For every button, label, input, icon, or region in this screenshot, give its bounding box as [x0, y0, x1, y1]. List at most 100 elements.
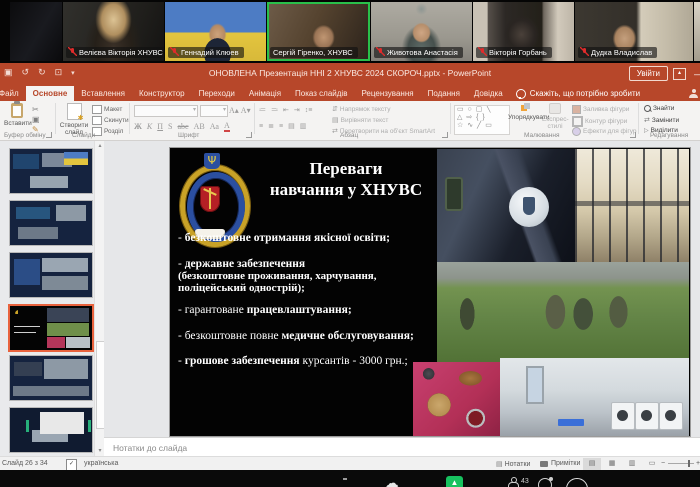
participant-tile-partial[interactable]	[694, 2, 700, 61]
participant-tile[interactable]: Животова Анастасія	[371, 2, 472, 61]
font-group-label: Шрифт	[178, 132, 199, 139]
minimize-button[interactable]: —	[694, 69, 700, 79]
cloud-icon[interactable]	[384, 474, 399, 487]
tab-review[interactable]: Рецензування	[354, 86, 420, 101]
tab-insert[interactable]: Вставлення	[74, 86, 132, 101]
reading-view-button[interactable]: ▥	[623, 458, 641, 470]
numbering-icon[interactable]: ≕	[271, 106, 278, 114]
comments-toggle[interactable]: Примітки	[540, 460, 580, 467]
decrease-indent-icon[interactable]: ⇤	[283, 106, 289, 114]
tell-me-box[interactable]: Скажіть, що потрібно зробити	[510, 86, 646, 101]
language-indicator[interactable]: українська	[84, 460, 118, 467]
slide-thumbnail[interactable]	[10, 356, 92, 400]
slide[interactable]: Переваги навчання у ХНУВС - безкоштовне …	[170, 148, 690, 436]
slide-sorter-view-button[interactable]: ▦	[603, 458, 621, 470]
font-name-combo[interactable]	[134, 105, 198, 117]
participant-tile[interactable]: Велієва Вікторія ХНУВС	[63, 2, 164, 61]
shape-effects-button[interactable]: Ефекти для фігур	[572, 127, 637, 136]
font-color-button[interactable]: А	[224, 121, 230, 132]
zoom-out-button[interactable]: −	[661, 460, 665, 467]
align-text-button[interactable]: ▤Вирівняти текст	[332, 116, 388, 124]
quick-styles-button[interactable]: Експрес- стилі	[542, 103, 568, 130]
slide-thumbnail-selected[interactable]	[10, 306, 92, 350]
participant-tile-active-speaker[interactable]: Сергій Гіренко, ХНУВС	[267, 2, 370, 61]
columns-icon[interactable]: ▥	[300, 122, 307, 130]
slide-thumbnail[interactable]	[10, 408, 92, 452]
reset-button[interactable]: Скинути	[92, 116, 129, 125]
cut-button[interactable]	[32, 105, 39, 114]
shape-fill-button[interactable]: Заливка фігури	[572, 105, 629, 114]
bullets-icon[interactable]: ≔	[259, 106, 266, 114]
justify-icon[interactable]: ▤	[288, 122, 295, 130]
increase-indent-icon[interactable]: ⇥	[294, 106, 300, 114]
photo-food-tray	[413, 362, 500, 436]
photo-washroom	[500, 358, 689, 436]
participant-tile[interactable]: Дудка Владислав	[575, 2, 693, 61]
zoom-in-button[interactable]: +	[696, 460, 700, 467]
toolbar-partial-icon[interactable]	[343, 478, 347, 480]
shapes-gallery[interactable]: ▭ ○ ▢ ╲△ ⇨ { }☆ ∿ ╱ ▭	[454, 105, 510, 135]
tab-view[interactable]: Подання	[421, 86, 467, 101]
arrange-button[interactable]: Упорядкувати	[508, 103, 542, 121]
slide-thumbnail[interactable]	[10, 201, 92, 245]
tab-file[interactable]: Файл	[0, 86, 26, 101]
replace-icon	[644, 116, 650, 124]
participant-tile[interactable]: Геннадий Клюев	[165, 2, 266, 61]
change-case-button[interactable]: Аа	[210, 122, 219, 131]
drawing-dialog-launcher[interactable]	[630, 132, 636, 138]
font-size-combo[interactable]	[200, 105, 228, 117]
paste-icon	[11, 103, 23, 118]
align-right-icon[interactable]: ≡	[279, 123, 283, 130]
align-center-icon[interactable]: ≣	[268, 122, 274, 130]
participant-name: Дудка Владислав	[591, 48, 652, 57]
zoom-slider[interactable]	[668, 463, 694, 464]
tab-animations[interactable]: Анімація	[242, 86, 288, 101]
character-spacing-button[interactable]: АВ	[194, 122, 205, 131]
reactions-icon[interactable]	[566, 478, 588, 487]
bold-button[interactable]: Ж	[134, 122, 142, 131]
share-screen-icon[interactable]	[446, 476, 463, 487]
participant-label: Дудка Владислав	[578, 47, 657, 58]
ribbon-display-options-icon[interactable]	[673, 68, 686, 80]
notes-pane[interactable]: Нотатки до слайда	[104, 437, 700, 457]
participant-tile-partial[interactable]	[10, 2, 62, 61]
text-direction-button[interactable]: ⇵Напрямок тексту	[332, 105, 391, 113]
slide-thumbnail[interactable]	[10, 149, 92, 193]
tab-transitions[interactable]: Переходи	[192, 86, 242, 101]
section-button[interactable]: Розділ	[92, 127, 123, 136]
arrange-icon	[521, 103, 530, 112]
tab-design[interactable]: Конструктор	[132, 86, 192, 101]
paragraph-dialog-launcher[interactable]	[442, 132, 448, 138]
slide-thumbnail[interactable]	[10, 253, 92, 297]
layout-button[interactable]: Макет	[92, 105, 122, 114]
bullet-item: - безкоштовне отримання якісної освіти;	[178, 232, 434, 245]
find-button[interactable]: Знайти	[644, 105, 674, 112]
line-spacing-icon[interactable]: ↕≡	[305, 107, 313, 114]
underline-button[interactable]: П	[157, 122, 163, 131]
italic-button[interactable]: К	[147, 122, 152, 131]
replace-button[interactable]: Замінити	[644, 116, 679, 124]
sign-in-button[interactable]: Увійти	[629, 66, 668, 81]
participant-tile[interactable]: Вікторія Горбань	[473, 2, 574, 61]
grow-shrink-font[interactable]: А▴ А▾	[229, 106, 251, 115]
clipboard-dialog-launcher[interactable]	[46, 132, 52, 138]
tab-home[interactable]: Основне	[26, 86, 75, 101]
font-dialog-launcher[interactable]	[246, 132, 252, 138]
tab-help[interactable]: Довідка	[467, 86, 510, 101]
slideshow-view-button[interactable]: ▭	[643, 458, 661, 470]
notes-toggle[interactable]: Нотатки	[496, 460, 530, 468]
align-left-icon[interactable]: ≡	[259, 123, 263, 130]
tab-slideshow[interactable]: Показ слайдів	[288, 86, 354, 101]
paste-button[interactable]: Вставити	[4, 103, 30, 127]
participants-icon[interactable]	[508, 477, 518, 487]
shape-outline-button[interactable]: Контур фігури	[572, 116, 627, 127]
shadow-button[interactable]: S	[168, 122, 172, 131]
slide-thumbnail-panel: ▴ ▾	[0, 141, 105, 456]
strikethrough-button[interactable]: abc	[177, 122, 188, 131]
lightbulb-icon	[516, 89, 526, 99]
account-person-icon[interactable]	[689, 89, 698, 98]
copy-button[interactable]	[32, 115, 40, 124]
zoom-slider-handle[interactable]	[688, 460, 690, 467]
normal-view-button[interactable]: ▤	[583, 458, 601, 470]
record-icon[interactable]	[538, 478, 552, 487]
